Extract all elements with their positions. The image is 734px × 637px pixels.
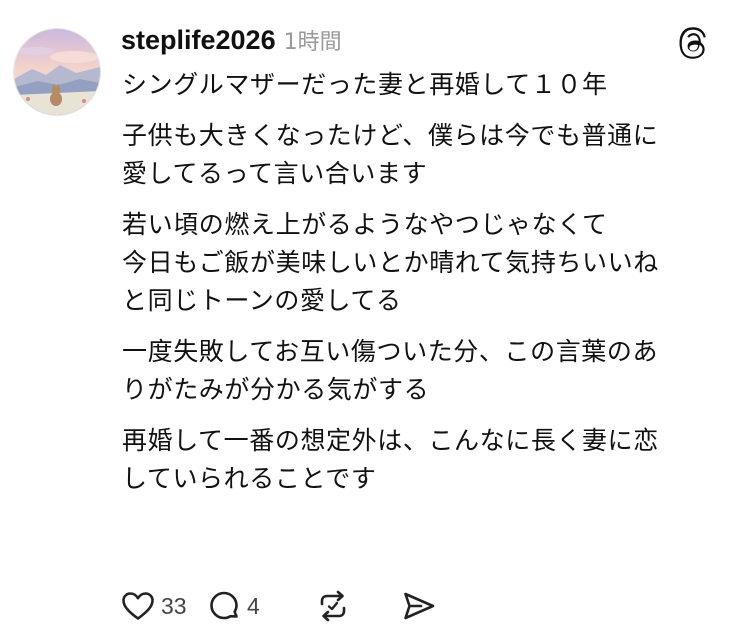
repost-arrows-icon (320, 590, 346, 622)
post-paragraph: 若い頃の燃え上がるようなやつじゃなくて 今日もご飯が美味しいとか晴れて気持ちいい… (122, 206, 722, 320)
post-text-line: 一度失敗してお互い傷ついた分、この言葉のあ (122, 337, 659, 366)
post-paragraph: 再婚して一番の想定外は、こんなに長く妻に恋 していられることです (122, 422, 722, 498)
post-action-bar: 33 4 (121, 586, 437, 626)
post-text-line: 子供も大きくなったけど、僕らは今でも普通に (122, 121, 659, 150)
post-text-line: と同じトーンの愛してる (122, 286, 402, 315)
user-avatar[interactable] (13, 28, 101, 116)
share-button[interactable] (401, 589, 437, 623)
heart-icon (122, 592, 154, 620)
post-text-line: 再婚して一番の想定外は、こんなに長く妻に恋 (122, 426, 659, 455)
post-paragraph: 子供も大きくなったけど、僕らは今でも普通に 愛してるって言い合います (122, 117, 722, 193)
post-text-line: 今日もご飯が美味しいとか晴れて気持ちいいね (122, 248, 659, 277)
post-text-line: シングルマザーだった妻と再婚して１０年 (122, 70, 608, 99)
post-text-line: 愛してるって言い合います (122, 159, 428, 188)
threads-logo-icon[interactable] (674, 23, 714, 63)
post-text-line: していられることです (122, 464, 377, 493)
post-paragraph: 一度失敗してお互い傷ついた分、この言葉のあ りがたみが分かる気がする (122, 333, 722, 409)
like-button[interactable]: 33 (121, 590, 207, 622)
like-count: 33 (161, 592, 187, 619)
speech-bubble-icon (210, 591, 238, 620)
post-text-line: 若い頃の燃え上がるようなやつじゃなくて (122, 210, 608, 239)
post-timestamp[interactable]: 1時間 (284, 24, 342, 56)
username-link[interactable]: steplife2026 (121, 25, 276, 56)
repost-button[interactable] (315, 588, 401, 624)
reply-button[interactable]: 4 (207, 589, 315, 623)
post-body: シングルマザーだった妻と再婚して１０年 子供も大きくなったけど、僕らは今でも普通… (122, 66, 722, 511)
avatar-landscape-image (14, 29, 100, 115)
reply-count: 4 (247, 592, 260, 619)
post-header: steplife2026 1時間 (121, 24, 342, 60)
send-icon (404, 592, 435, 620)
post-paragraph: シングルマザーだった妻と再婚して１０年 (122, 66, 722, 104)
post-text-line: りがたみが分かる気がする (122, 375, 430, 404)
